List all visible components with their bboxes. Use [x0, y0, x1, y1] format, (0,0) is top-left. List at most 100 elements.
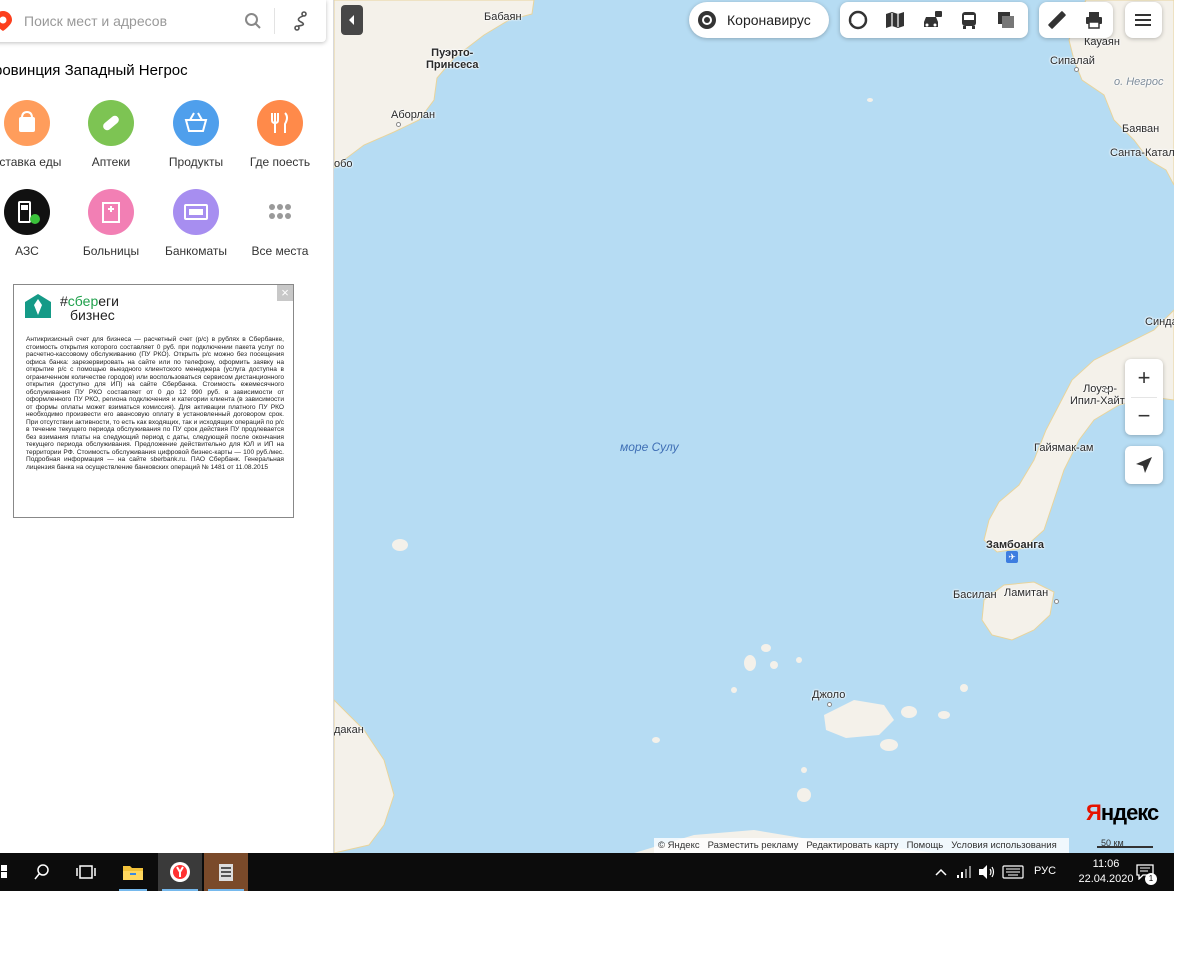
keyboard-icon[interactable]	[1002, 865, 1024, 879]
input-language[interactable]: РУС	[1034, 865, 1056, 877]
sber-house-logo	[25, 294, 51, 318]
ad-brand: #сбереги бизнес	[60, 294, 119, 322]
windows-logo-icon	[1, 865, 7, 878]
label-bobo: обо	[334, 158, 353, 170]
city-dot	[1074, 67, 1079, 72]
yandex-browser-button[interactable]	[158, 853, 202, 891]
folder-icon	[123, 866, 143, 880]
zoom-control: + −	[1125, 359, 1163, 435]
city-dot	[396, 122, 401, 127]
layer-button[interactable]	[951, 2, 987, 38]
hamburger-icon	[1135, 14, 1151, 26]
yandex-pin-icon[interactable]	[0, 11, 12, 31]
taskbar-underline	[208, 889, 244, 891]
ad-brand-line2: бизнес	[70, 307, 115, 323]
terms-link[interactable]: Условия использования	[951, 840, 1056, 851]
windows-taskbar: РУС 11:06 22.04.2020 1	[0, 853, 1174, 891]
layer-button[interactable]	[988, 2, 1024, 38]
network-signal-icon[interactable]	[956, 865, 972, 879]
menu-button[interactable]	[1125, 2, 1162, 38]
coronavirus-label: Коронавирус	[727, 12, 811, 28]
category-atms[interactable]: Банкоматы	[152, 189, 240, 258]
ruler-icon	[1048, 11, 1066, 29]
category-hospitals[interactable]: Больницы	[67, 189, 155, 258]
ad-legal-text: Антикризисный счет для бизнеса — расчетн…	[26, 336, 284, 471]
coronavirus-button[interactable]: Коронавирус	[689, 2, 829, 38]
fork-knife-icon	[257, 100, 303, 146]
ruler-button[interactable]	[1039, 2, 1075, 38]
search-box	[0, 0, 326, 42]
airport-icon[interactable]: ✈	[1006, 551, 1018, 563]
side-panel: ровинция Западный Негрос оставка еды Апт…	[0, 0, 334, 853]
category-food-delivery[interactable]: оставка еды	[0, 100, 71, 169]
clock-time: 11:06	[1092, 858, 1120, 870]
printer-icon	[1086, 12, 1102, 29]
category-groceries[interactable]: Продукты	[152, 100, 240, 169]
geolocation-button[interactable]	[1125, 446, 1163, 484]
collapse-panel-button[interactable]	[341, 5, 363, 35]
pharmacy-pill-icon	[88, 100, 134, 146]
panorama-icon	[848, 10, 868, 30]
borneo-land	[334, 699, 395, 853]
volume-icon[interactable]	[978, 864, 996, 880]
advertise-link[interactable]: Разместить рекламу	[708, 840, 799, 851]
copyright-link[interactable]: © Яндекс	[658, 840, 700, 851]
category-restaurants[interactable]: Где поесть	[236, 100, 324, 169]
search-input[interactable]	[24, 10, 234, 32]
atm-icon	[173, 189, 219, 235]
search-taskbar-button[interactable]	[24, 853, 60, 891]
category-label: АЗС	[15, 244, 39, 258]
route-icon[interactable]	[292, 11, 310, 31]
archive-app-button[interactable]	[204, 853, 248, 891]
copyright-bar: © Яндекс Разместить рекламу Редактировать …	[654, 838, 1069, 853]
label-aborlan: Аборлан	[391, 109, 436, 121]
search-icon[interactable]	[244, 12, 262, 30]
start-button[interactable]	[0, 853, 10, 891]
edit-map-link[interactable]: Редактировать карту	[806, 840, 898, 851]
label-santa-katalina: Санта-Катал	[1110, 147, 1174, 159]
label-puerto-princesa: Пуэрто- Принсеса	[426, 47, 479, 71]
category-all-places[interactable]: Все места	[236, 189, 324, 258]
layer-button[interactable]	[840, 2, 876, 38]
zoom-out-button[interactable]: −	[1125, 397, 1163, 435]
category-pharmacy[interactable]: Аптеки	[67, 100, 155, 169]
zoom-in-button[interactable]: +	[1125, 359, 1163, 397]
task-view-icon	[76, 865, 96, 879]
chevron-left-icon	[349, 15, 354, 25]
category-label: оставка еды	[0, 155, 62, 169]
menu-button-inner[interactable]	[1125, 2, 1161, 38]
traffic-car-icon	[924, 11, 942, 27]
yandex-logo[interactable]: Яндекс	[1086, 800, 1159, 826]
category-gas-stations[interactable]: АЗС	[0, 189, 71, 258]
palawan-land	[334, 0, 535, 169]
taskbar-search-icon	[34, 864, 49, 880]
print-button[interactable]	[1076, 2, 1112, 38]
yandex-browser-icon	[170, 862, 190, 882]
help-link[interactable]: Помощь	[907, 840, 944, 851]
layer-button[interactable]	[914, 2, 950, 38]
label-sulu-sea: море Сулу	[620, 440, 679, 454]
taskbar-underline	[119, 889, 147, 891]
city-dot	[1054, 599, 1059, 604]
label-babayan: Бабаян	[484, 11, 522, 23]
taskbar-clock[interactable]: 11:06 22.04.2020	[1078, 857, 1134, 887]
label-sindangan: Синда	[1145, 316, 1174, 328]
city-dot	[827, 702, 832, 707]
yandex-logo-first: Я	[1086, 800, 1102, 825]
layer-button[interactable]	[877, 2, 913, 38]
label-zamboanga: Замбоанга	[986, 539, 1044, 551]
layers-icon	[998, 12, 1014, 28]
yandex-logo-rest: ндекс	[1100, 800, 1159, 825]
task-view-button[interactable]	[68, 853, 104, 891]
label-jolo: Джоло	[812, 689, 846, 701]
map-canvas[interactable]: Бабаян Пуэрто- Принсеса Аборлан обо Ка К…	[334, 0, 1174, 853]
taskbar-underline	[162, 889, 198, 891]
label-lower-ipil-heights: Лоуэр- Ипил-Хайтс	[1070, 383, 1131, 407]
coronavirus-icon	[698, 11, 716, 29]
scale-bar: 50 км	[1097, 838, 1153, 848]
ad-close-button[interactable]: ×	[277, 285, 293, 301]
sberbank-ad[interactable]: #сбереги бизнес × Антикризисный счет для…	[13, 284, 294, 518]
file-explorer-button[interactable]	[115, 853, 151, 891]
chevron-up-icon[interactable]	[934, 866, 948, 878]
label-sipalay: Сипалай	[1050, 55, 1095, 67]
